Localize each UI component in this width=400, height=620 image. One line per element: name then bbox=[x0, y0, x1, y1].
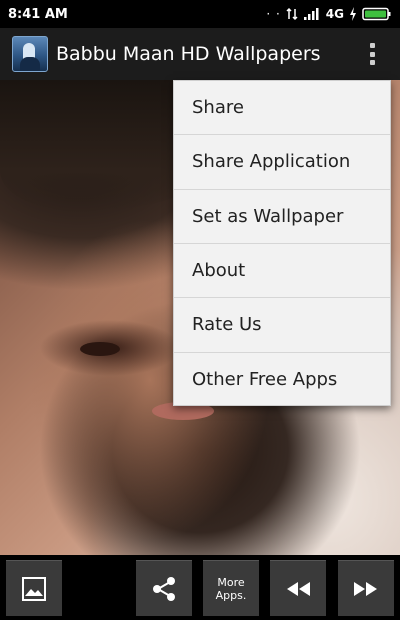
app-icon[interactable] bbox=[12, 36, 48, 72]
menu-item-share[interactable]: Share bbox=[174, 81, 390, 136]
previous-button[interactable] bbox=[270, 560, 326, 616]
menu-item-set-as-wallpaper[interactable]: Set as Wallpaper bbox=[174, 190, 390, 244]
signal-strength-icon bbox=[303, 8, 319, 20]
overflow-dot bbox=[369, 51, 375, 57]
share-button[interactable] bbox=[136, 560, 192, 616]
more-apps-button[interactable]: More Apps. bbox=[203, 560, 259, 616]
wallpaper-eye-shade bbox=[80, 342, 120, 356]
overflow-popup-menu: Share Share Application Set as Wallpaper… bbox=[173, 80, 391, 406]
overflow-dot bbox=[369, 43, 375, 48]
app-title: Babbu Maan HD Wallpapers bbox=[56, 43, 321, 65]
overflow-menu-icon[interactable] bbox=[364, 40, 380, 68]
wifi-arrows-icon bbox=[286, 7, 298, 21]
rewind-icon bbox=[287, 581, 310, 596]
notification-dots: · · bbox=[266, 7, 281, 21]
more-apps-label-line1: More bbox=[217, 575, 245, 589]
charging-bolt-icon bbox=[350, 7, 356, 21]
menu-item-other-free-apps[interactable]: Other Free Apps bbox=[174, 353, 390, 407]
fast-forward-icon bbox=[354, 581, 377, 596]
menu-item-about[interactable]: About bbox=[174, 244, 390, 299]
more-apps-label-line2: Apps. bbox=[215, 588, 247, 602]
share-icon bbox=[153, 576, 175, 601]
more-apps-label: More Apps. bbox=[216, 576, 247, 602]
next-button[interactable] bbox=[338, 560, 394, 616]
status-time: 8:41 AM bbox=[8, 6, 68, 22]
status-bar: 8:41 AM · · 4G bbox=[0, 0, 400, 28]
image-icon bbox=[22, 576, 46, 601]
status-icons: · · 4G bbox=[266, 7, 392, 21]
menu-item-rate-us[interactable]: Rate Us bbox=[174, 298, 390, 353]
action-bar: Babbu Maan HD Wallpapers bbox=[0, 28, 400, 80]
network-type: 4G bbox=[325, 7, 344, 21]
battery-icon bbox=[362, 7, 391, 21]
bottom-toolbar: More Apps. bbox=[0, 555, 400, 620]
overflow-dot bbox=[369, 60, 375, 65]
gallery-button[interactable] bbox=[6, 560, 62, 616]
menu-item-share-application[interactable]: Share Application bbox=[174, 135, 390, 190]
app-icon-figure-body bbox=[20, 57, 40, 71]
